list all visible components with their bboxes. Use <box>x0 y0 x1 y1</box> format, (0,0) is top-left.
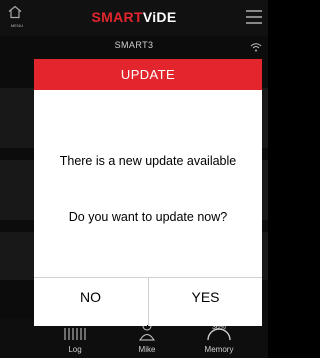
app-screen: MENU SMARTViDE SMART3 Log Mike 36% Memor… <box>0 0 268 358</box>
brand-part-vide: ViDE <box>142 9 177 25</box>
no-button-label: NO <box>80 289 101 305</box>
dialog-message: There is a new update available <box>59 154 237 168</box>
menu-line-icon <box>246 10 262 12</box>
no-button[interactable]: NO <box>34 278 147 326</box>
dialog-title: UPDATE <box>120 67 176 82</box>
hamburger-menu-button[interactable] <box>246 10 262 24</box>
dialog-actions: NO YES <box>34 277 262 326</box>
dialog-header: UPDATE <box>34 59 262 90</box>
wifi-icon <box>250 43 262 52</box>
update-dialog: UPDATE There is a new update available D… <box>34 59 262 326</box>
yes-button[interactable]: YES <box>148 278 262 326</box>
app-header: MENU SMARTViDE <box>0 0 268 36</box>
device-name: SMART3 <box>114 40 154 50</box>
nav-mike-label: Mike <box>138 345 156 354</box>
dialog-question: Do you want to update now? <box>68 210 228 224</box>
brand-logo: SMARTViDE <box>0 9 268 25</box>
menu-line-icon <box>246 16 262 18</box>
menu-line-icon <box>246 22 262 24</box>
nav-log-label: Log <box>68 345 82 354</box>
brand-part-smart: SMART <box>91 9 143 25</box>
yes-button-label: YES <box>191 289 220 305</box>
nav-memory-label: Memory <box>204 345 234 354</box>
